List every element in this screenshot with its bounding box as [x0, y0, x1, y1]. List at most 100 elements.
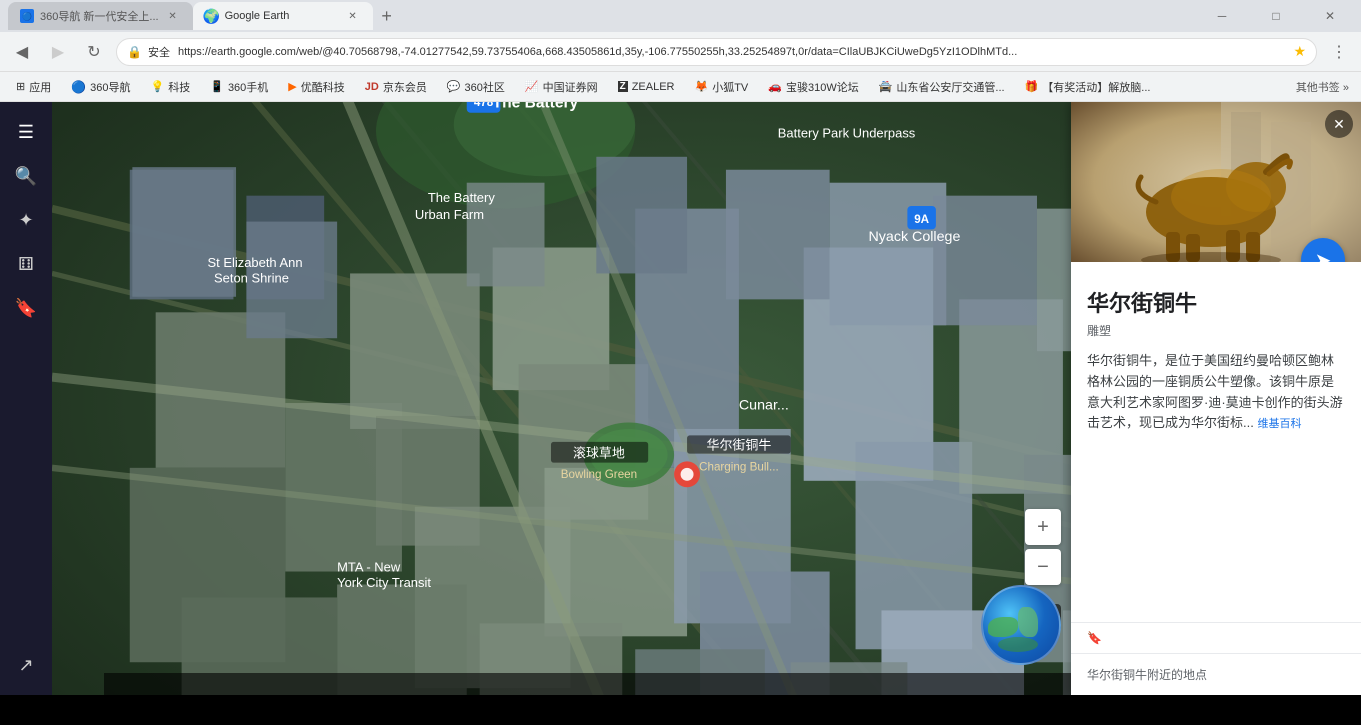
bookmark-label-baojun: 宝骏310W论坛: [786, 79, 859, 95]
svg-text:St Elizabeth Ann: St Elizabeth Ann: [208, 255, 303, 270]
nearby-section[interactable]: 华尔街铜牛附近的地点: [1071, 653, 1361, 695]
secure-label: 安全: [148, 44, 170, 60]
bookmark-label-police: 山东省公安厅交通管...: [896, 79, 1004, 95]
nav-bar: ◀ ▶ ↻ 🔒 安全 https://earth.google.com/web/…: [0, 32, 1361, 72]
bookmark-star-icon[interactable]: ★: [1293, 43, 1306, 60]
bookmark-label-apps: 应用: [29, 79, 51, 95]
back-button[interactable]: ◀: [8, 38, 36, 66]
maximize-button[interactable]: □: [1253, 0, 1299, 32]
lock-icon: 🔒: [127, 45, 142, 59]
svg-text:Bowling Green: Bowling Green: [561, 468, 637, 481]
bookmark-favicon-community: 💬: [447, 80, 461, 93]
bookmark-police[interactable]: 🚔 山东省公安厅交通管...: [871, 76, 1013, 98]
bookmark-favicon-tech: 💡: [151, 80, 165, 93]
bookmark-label-zealer: ZEALER: [632, 81, 675, 93]
bookmark-label-jd: 京东会员: [383, 79, 427, 95]
tab-favicon-360: 🔵: [20, 9, 34, 23]
bookmark-label-activity: 【有奖活动】解放脑...: [1042, 79, 1150, 95]
info-subtitle: 雕塑: [1087, 322, 1345, 339]
tab-active-earth[interactable]: 🌍 Google Earth ✕: [193, 2, 373, 30]
bookmark-label-tech: 科技: [168, 79, 190, 95]
svg-text:York City Transit: York City Transit: [337, 575, 431, 590]
bookmark-tech[interactable]: 💡 科技: [143, 76, 199, 98]
tab-close-active[interactable]: ✕: [345, 8, 361, 24]
bookmark-youku[interactable]: ▶ 优酷科技: [280, 76, 352, 98]
address-bar[interactable]: 🔒 安全 https://earth.google.com/web/@40.70…: [116, 38, 1317, 66]
svg-text:Battery Park Underpass: Battery Park Underpass: [778, 125, 916, 140]
bookmark-action-icon: 🔖: [1087, 631, 1102, 645]
bookmark-label-stock: 中国证券网: [543, 79, 598, 95]
bookmark-foxytv[interactable]: 🦊 小狐TV: [687, 76, 757, 98]
tab-inactive-360[interactable]: 🔵 360导航 新一代安全上... ✕: [8, 2, 193, 30]
svg-text:9A: 9A: [914, 213, 929, 226]
browser-chrome: 🔵 360导航 新一代安全上... ✕ 🌍 Google Earth ✕ + ─…: [0, 0, 1361, 102]
svg-text:Cunar...: Cunar...: [739, 398, 789, 414]
bookmark-icon-apps: ⊞: [16, 80, 25, 93]
map-controls: + −: [1025, 509, 1061, 585]
forward-button[interactable]: ▶: [44, 38, 72, 66]
sidebar-bookmark-button[interactable]: 🔖: [8, 290, 44, 326]
tab-label-active: Google Earth: [225, 10, 290, 22]
tabs-container: 🔵 360导航 新一代安全上... ✕ 🌍 Google Earth ✕ +: [8, 2, 1195, 30]
bookmark-360mobile[interactable]: 📱 360手机: [202, 76, 276, 98]
sidebar-search-button[interactable]: 🔍: [8, 158, 44, 194]
refresh-button[interactable]: ↻: [80, 38, 108, 66]
svg-text:华尔街铜牛: 华尔街铜牛: [707, 438, 772, 453]
bookmark-jd[interactable]: JD 京东会员: [357, 76, 435, 98]
tab-label-inactive: 360导航 新一代安全上...: [40, 8, 159, 24]
svg-text:Charging Bull...: Charging Bull...: [699, 460, 779, 473]
bookmark-action-button[interactable]: 🔖: [1087, 631, 1102, 645]
svg-text:MTA - New: MTA - New: [337, 560, 401, 575]
svg-text:Urban Farm: Urban Farm: [415, 207, 484, 222]
svg-text:滚球草地: 滚球草地: [573, 445, 625, 460]
bookmark-label-foxytv: 小狐TV: [712, 79, 748, 95]
extensions-button[interactable]: ⋮: [1325, 38, 1353, 66]
bookmark-favicon-police: 🚔: [879, 80, 893, 93]
sidebar-share-button[interactable]: ↗: [8, 647, 44, 683]
bookmark-favicon-360nav: 🔵: [71, 80, 86, 94]
bookmark-zealer[interactable]: Z ZEALER: [610, 76, 683, 98]
svg-text:The Battery: The Battery: [493, 102, 579, 112]
svg-text:478: 478: [474, 102, 494, 109]
bookmark-360nav[interactable]: 🔵 360导航: [63, 76, 138, 98]
bookmark-favicon-activity: 🎁: [1025, 80, 1039, 93]
minimize-button[interactable]: ─: [1199, 0, 1245, 32]
info-actions: 🔖: [1071, 622, 1361, 653]
bookmark-activity[interactable]: 🎁 【有奖活动】解放脑...: [1017, 76, 1159, 98]
tab-close-inactive[interactable]: ✕: [165, 8, 181, 24]
svg-text:The Battery: The Battery: [428, 190, 495, 205]
close-panel-button[interactable]: ✕: [1325, 110, 1353, 138]
sidebar-layers-button[interactable]: ⚅: [8, 246, 44, 282]
sidebar-menu-button[interactable]: ☰: [8, 114, 44, 150]
sidebar: ☰ 🔍 ✦ ⚅ 🔖 ↗: [0, 102, 52, 695]
more-bookmarks[interactable]: 其他书签 »: [1292, 79, 1353, 95]
bookmark-favicon-youku: ▶: [288, 80, 296, 93]
bookmark-stockmarket[interactable]: 📈 中国证券网: [517, 76, 606, 98]
mini-globe[interactable]: [981, 585, 1061, 665]
close-button[interactable]: ✕: [1307, 0, 1353, 32]
info-description: 华尔街铜牛，是位于美国纽约曼哈顿区鲍林格林公园的一座铜质公牛塑像。该铜牛原是意大…: [1087, 351, 1345, 434]
more-bookmarks-label: 其他书签: [1296, 82, 1340, 94]
bookmark-label-community: 360社区: [465, 79, 505, 95]
info-title: 华尔街铜牛: [1087, 286, 1345, 318]
map-area[interactable]: 478 9A The Battery Battery Park Underpas…: [52, 102, 1361, 695]
bookmark-baojun[interactable]: 🚗 宝骏310W论坛: [760, 76, 866, 98]
info-content: 华尔街铜牛 雕塑 华尔街铜牛，是位于美国纽约曼哈顿区鲍林格林公园的一座铜质公牛塑…: [1071, 270, 1361, 622]
address-text: https://earth.google.com/web/@40.7056879…: [178, 46, 1287, 58]
zoom-out-button[interactable]: −: [1025, 549, 1061, 585]
bookmark-apps[interactable]: ⊞ 应用: [8, 76, 59, 98]
sidebar-navigate-button[interactable]: ✦: [8, 202, 44, 238]
new-tab-button[interactable]: +: [373, 2, 401, 30]
zoom-in-button[interactable]: +: [1025, 509, 1061, 545]
send-icon: ➤: [1315, 248, 1332, 263]
info-source-link[interactable]: 维基百科: [1257, 418, 1301, 430]
bookmark-favicon-baojun: 🚗: [768, 80, 782, 93]
nearby-label: 华尔街铜牛附近的地点: [1087, 666, 1345, 683]
bookmark-favicon-jd: JD: [365, 81, 379, 93]
bookmark-360community[interactable]: 💬 360社区: [439, 76, 513, 98]
svg-text:Nyack College: Nyack College: [869, 229, 961, 245]
info-photo: ✕ ➤: [1071, 102, 1361, 262]
title-bar: 🔵 360导航 新一代安全上... ✕ 🌍 Google Earth ✕ + ─…: [0, 0, 1361, 32]
bookmark-favicon-zealer: Z: [618, 81, 628, 92]
tab-favicon-earth: 🌍: [205, 9, 219, 23]
